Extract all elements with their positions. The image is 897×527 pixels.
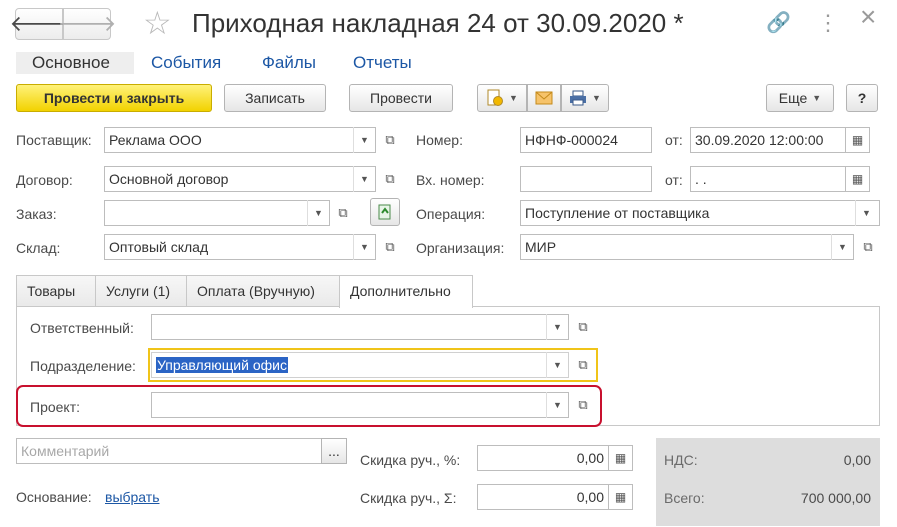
chevron-down-icon: ▼ [509,93,518,103]
department-value: Управляющий офис [156,357,288,373]
discount-pct-field[interactable]: 0,00 [477,445,609,471]
contract-field[interactable]: Основной договор [104,166,376,192]
project-highlight-frame [16,385,602,427]
arrow-right-icon: 🡒 [57,11,117,36]
chevron-down-icon: ▼ [812,93,822,103]
open-icon[interactable]: ⧉ [378,127,402,153]
calendar-icon[interactable]: ▦ [846,127,870,153]
basis-label: Основание: [16,489,92,505]
date-field[interactable]: 30.09.2020 12:00:00 [690,127,846,153]
document-create-icon [487,89,504,106]
organization-label: Организация: [416,240,505,256]
tab-reports[interactable]: Отчеты [353,52,412,74]
favorite-star-icon[interactable]: ☆ [143,5,172,41]
organization-field[interactable]: МИР [520,234,854,260]
tab-files[interactable]: Файлы [262,52,316,74]
calendar-icon[interactable]: ▦ [846,166,870,192]
operation-label: Операция: [416,206,486,222]
chevron-down-icon[interactable]: ▼ [546,352,568,378]
supplier-field[interactable]: Реклама ООО [104,127,376,153]
create-based-on-button[interactable]: ▼ [477,84,527,112]
printer-icon [570,90,587,106]
email-button[interactable] [527,84,561,112]
page-title: Приходная накладная 24 от 30.09.2020 * [192,8,684,38]
fill-by-order-button[interactable] [370,198,400,226]
vat-value: 0,00 [843,452,871,468]
more-button[interactable]: Еще ▼ [766,84,834,112]
discount-sum-label: Скидка руч., Σ: [360,490,457,506]
open-icon[interactable]: ⧉ [571,352,595,378]
warehouse-label: Склад: [16,240,61,256]
close-icon[interactable]: × [860,3,876,31]
contract-label: Договор: [16,172,73,188]
incoming-date-label: от: [665,172,683,188]
chevron-down-icon[interactable]: ▼ [546,314,568,340]
chevron-down-icon: ▼ [592,93,601,103]
total-label: Всего: [664,490,705,506]
tab-additional[interactable]: Дополнительно [339,275,473,308]
incoming-number-label: Вх. номер: [416,172,485,188]
operation-field[interactable]: Поступление от поставщика [520,200,880,226]
chevron-down-icon[interactable]: ▼ [353,234,375,260]
tab-services[interactable]: Услуги (1) [95,275,187,307]
discount-sum-field[interactable]: 0,00 [477,484,609,510]
total-value: 700 000,00 [800,490,871,506]
responsible-field[interactable] [151,314,569,340]
print-button[interactable]: ▼ [561,84,609,112]
open-icon[interactable]: ⧉ [378,234,402,260]
basis-select-link[interactable]: выбрать [105,488,160,506]
date-label: от: [665,132,683,148]
open-icon[interactable]: ⧉ [331,200,355,226]
chevron-down-icon[interactable]: ▼ [831,234,853,260]
forward-button[interactable]: 🡒 [58,8,117,40]
back-button[interactable]: 🡐 [10,8,69,40]
calculator-icon[interactable]: ▦ [609,484,633,510]
tab-goods[interactable]: Товары [16,275,96,307]
tab-main[interactable]: Основное [16,52,134,74]
chevron-down-icon[interactable]: ▼ [307,200,329,226]
save-button[interactable]: Записать [224,84,326,112]
department-label: Подразделение: [30,358,136,374]
link-icon[interactable]: 🔗 [766,10,791,36]
warehouse-field[interactable]: Оптовый склад [104,234,376,260]
post-and-close-button[interactable]: Провести и закрыть [16,84,212,112]
number-label: Номер: [416,132,463,148]
chevron-down-icon[interactable]: ▼ [855,200,877,226]
discount-pct-label: Скидка руч., %: [360,452,461,468]
comment-open-button[interactable]: ... [321,438,347,464]
open-icon[interactable]: ⧉ [856,234,880,260]
post-button[interactable]: Провести [349,84,453,112]
supplier-label: Поставщик: [16,132,92,148]
tab-events[interactable]: События [151,52,221,74]
help-button[interactable]: ? [846,84,878,112]
order-field[interactable] [104,200,330,226]
more-vertical-icon[interactable]: ⋮ [817,10,839,36]
vat-label: НДС: [664,452,698,468]
incoming-date-field[interactable]: . . [690,166,846,192]
incoming-number-field[interactable] [520,166,652,192]
open-icon[interactable]: ⧉ [378,166,402,192]
chevron-down-icon[interactable]: ▼ [353,127,375,153]
order-label: Заказ: [16,206,57,222]
more-label: Еще [778,90,808,106]
fill-document-icon [378,204,391,220]
chevron-down-icon[interactable]: ▼ [353,166,375,192]
number-field[interactable]: НФНФ-000024 [520,127,652,153]
responsible-label: Ответственный: [30,320,134,336]
comment-field[interactable]: Комментарий [16,438,322,464]
envelope-icon [535,91,553,105]
open-icon[interactable]: ⧉ [571,314,595,340]
department-field[interactable]: Управляющий офис [151,352,569,378]
calculator-icon[interactable]: ▦ [609,445,633,471]
tab-payment[interactable]: Оплата (Вручную) [186,275,340,307]
